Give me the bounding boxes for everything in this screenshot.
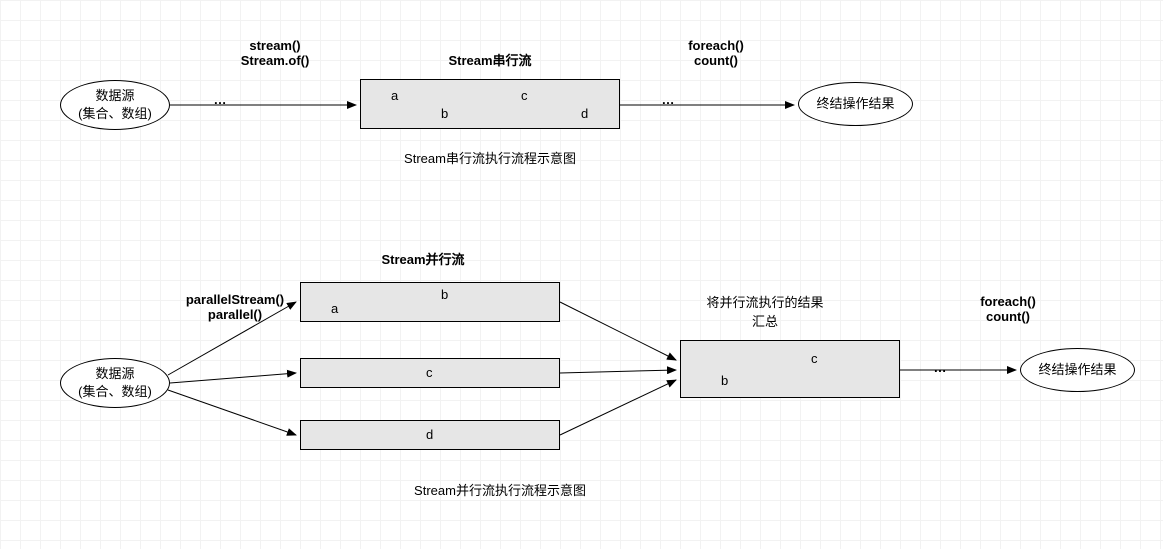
serial-terminal-l1: foreach() [666, 38, 766, 53]
serial-methods-label: stream() Stream.of() [215, 38, 335, 68]
serial-datasource-l1: 数据源 [95, 87, 134, 105]
parallel-methods-label: parallelStream() parallel() [160, 292, 310, 322]
parallel-terminal-l1: foreach() [958, 294, 1058, 309]
parallel-merge-l1: 将并行流执行的结果 [680, 292, 850, 311]
serial-terminal-l2: count() [666, 53, 766, 68]
serial-title: Stream串行流 [430, 50, 550, 69]
parallel-tok-c: c [426, 365, 433, 380]
serial-result-node: 终结操作结果 [798, 82, 913, 126]
parallel-box-2: c [300, 358, 560, 388]
parallel-merge-tok-b: b [721, 373, 728, 388]
serial-stream-box: a b c d [360, 79, 620, 129]
serial-tok-d: d [581, 106, 588, 121]
parallel-terminal-l2: count() [958, 309, 1058, 324]
parallel-tok-a: a [331, 301, 338, 316]
parallel-methods-l2: parallel() [160, 307, 310, 322]
serial-caption: Stream串行流执行流程示意图 [380, 148, 600, 167]
serial-dots-2: … [658, 92, 678, 107]
parallel-datasource-l1: 数据源 [95, 365, 134, 383]
serial-methods-l1: stream() [215, 38, 335, 53]
serial-terminal-label: foreach() count() [666, 38, 766, 68]
serial-tok-a: a [391, 88, 398, 103]
serial-datasource-node: 数据源 (集合、数组) [60, 80, 170, 130]
parallel-box-3: d [300, 420, 560, 450]
serial-dots-1: … [210, 92, 230, 107]
parallel-merge-box: b c [680, 340, 900, 398]
parallel-dots: … [930, 360, 950, 375]
parallel-terminal-label: foreach() count() [958, 294, 1058, 324]
parallel-title: Stream并行流 [363, 249, 483, 268]
parallel-result-text: 终结操作结果 [1038, 361, 1116, 379]
parallel-methods-l1: parallelStream() [160, 292, 310, 307]
serial-datasource-l2: (集合、数组) [78, 105, 152, 123]
parallel-caption: Stream并行流执行流程示意图 [390, 480, 610, 499]
parallel-tok-d: d [426, 427, 433, 442]
parallel-box-1: a b [300, 282, 560, 322]
parallel-merge-tok-c: c [811, 351, 818, 366]
serial-tok-c: c [521, 88, 528, 103]
parallel-datasource-node: 数据源 (集合、数组) [60, 358, 170, 408]
serial-result-text: 终结操作结果 [816, 95, 894, 113]
parallel-datasource-l2: (集合、数组) [78, 383, 152, 401]
serial-methods-l2: Stream.of() [215, 53, 335, 68]
parallel-result-node: 终结操作结果 [1020, 348, 1135, 392]
serial-tok-b: b [441, 106, 448, 121]
parallel-merge-l2: 汇总 [680, 311, 850, 330]
parallel-tok-b: b [441, 287, 448, 302]
parallel-merge-label: 将并行流执行的结果 汇总 [680, 292, 850, 330]
